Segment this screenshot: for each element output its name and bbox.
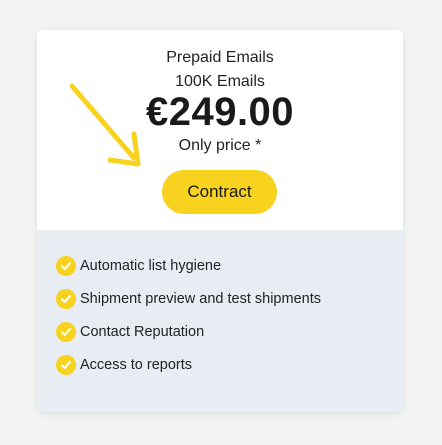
- feature-label: Automatic list hygiene: [80, 257, 222, 274]
- check-circle-icon: [56, 288, 76, 309]
- feature-item: Access to reports: [56, 348, 321, 381]
- feature-label: Access to reports: [80, 356, 193, 373]
- feature-item: Automatic list hygiene: [56, 249, 321, 282]
- features-list: Automatic list hygiene Shipment preview …: [56, 249, 321, 381]
- features-panel: Automatic list hygiene Shipment preview …: [37, 230, 403, 412]
- contract-button[interactable]: Contract: [162, 170, 277, 214]
- arrow-annotation-icon: [69, 83, 141, 167]
- feature-item: Shipment preview and test shipments: [56, 282, 321, 315]
- check-circle-icon: [56, 321, 76, 342]
- check-circle-icon: [56, 255, 76, 276]
- feature-label: Contact Reputation: [80, 323, 205, 340]
- feature-label: Shipment preview and test shipments: [80, 290, 321, 307]
- plan-name: Prepaid Emails: [166, 49, 274, 66]
- check-circle-icon: [56, 354, 76, 375]
- feature-item: Contact Reputation: [56, 315, 321, 348]
